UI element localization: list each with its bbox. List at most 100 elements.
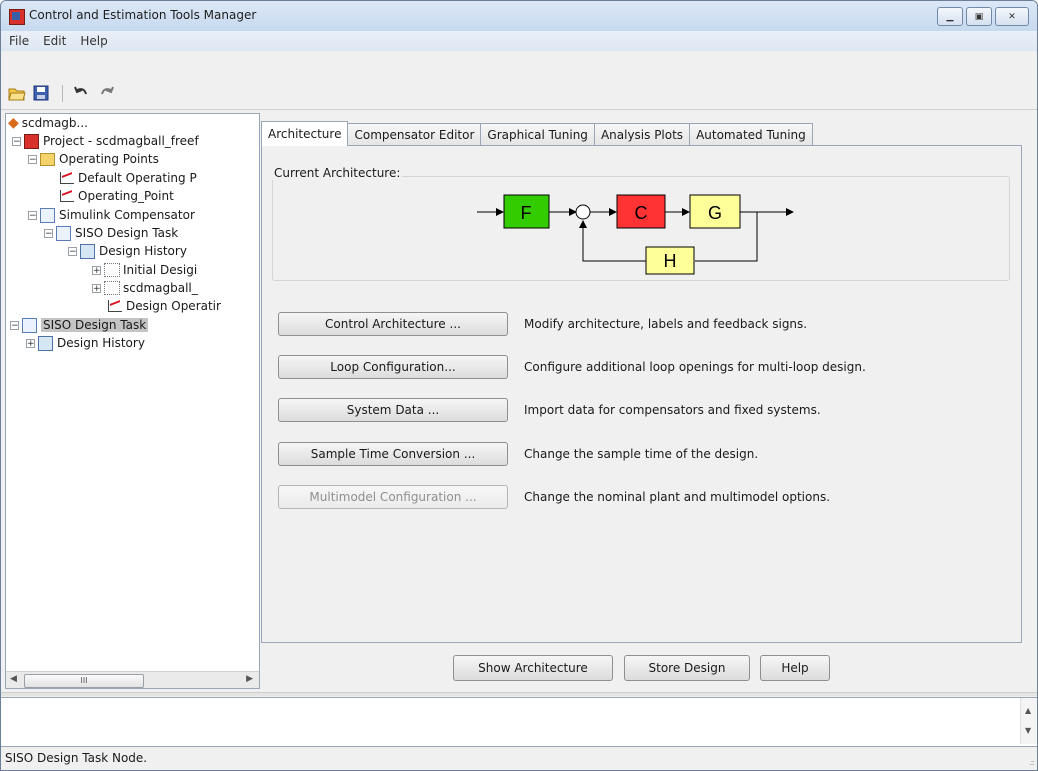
scroll-up-icon[interactable]: ▲ — [1025, 706, 1031, 715]
history-icon — [38, 335, 53, 351]
store-design-button[interactable]: Store Design — [624, 655, 750, 681]
multimodel-configuration-description: Change the nominal plant and multimodel … — [524, 490, 831, 504]
project-icon — [24, 133, 39, 149]
menu-help[interactable]: Help — [74, 34, 113, 48]
task-icon — [56, 225, 71, 241]
tree-item-label: scdmagball_ — [123, 281, 198, 295]
minimize-button[interactable]: ▁ — [937, 7, 963, 26]
multimodel-configuration-button[interactable]: Multimodel Configuration ... — [278, 485, 508, 509]
plot-icon — [60, 190, 74, 202]
loop-configuration-button[interactable]: Loop Configuration... — [278, 355, 508, 379]
tab-graphical-tuning[interactable]: Graphical Tuning — [480, 123, 595, 146]
tree-item-label: Simulink Compensator — [59, 208, 195, 222]
tree-item-workspace[interactable]: ◆ scdmagb... — [8, 114, 88, 132]
tree-item-siso-design-task-root[interactable]: − SISO Design Task — [10, 316, 149, 334]
architecture-tab-content: F C G H Current Architecture: Control Ar… — [261, 145, 1022, 643]
system-data-description: Import data for compensators and fixed s… — [524, 403, 821, 417]
architecture-diagram: F C G H — [477, 194, 794, 275]
message-area[interactable]: ▲ ▼ — [1, 697, 1037, 747]
block-g-label: G — [708, 203, 722, 223]
app-window: Control and Estimation Tools Manager ▁ ▣… — [0, 0, 1038, 771]
design-icon — [104, 263, 120, 277]
tree-item-label: Project - scdmagball_freef — [43, 134, 199, 148]
expand-icon[interactable]: + — [26, 338, 35, 348]
tree-item-operating-point[interactable]: Operating_Point — [60, 187, 174, 205]
tree-item-operating-points[interactable]: − Operating Points — [28, 150, 159, 168]
open-icon[interactable] — [7, 83, 27, 103]
current-architecture-label: Current Architecture: — [272, 166, 403, 180]
tree-item-label: Initial Desigi — [123, 263, 198, 277]
resize-grip-icon[interactable]: .:: — [1029, 758, 1035, 767]
collapse-icon[interactable]: − — [12, 136, 21, 146]
status-bar: SISO Design Task Node. — [5, 751, 148, 765]
help-button[interactable]: Help — [760, 655, 830, 681]
toolbar-separator — [62, 85, 63, 102]
system-data-button[interactable]: System Data ... — [278, 398, 508, 422]
collapse-icon[interactable]: − — [44, 228, 53, 238]
tab-analysis-plots[interactable]: Analysis Plots — [593, 123, 691, 146]
tree-item-label: Operating_Point — [78, 189, 174, 203]
tree-item-design-history-root[interactable]: + Design History — [26, 334, 145, 352]
scroll-left-icon[interactable]: ◀ — [10, 674, 17, 684]
control-architecture-description: Modify architecture, labels and feedback… — [524, 317, 808, 331]
tree-item-siso-design-task[interactable]: − SISO Design Task — [44, 224, 178, 242]
tab-strip: Architecture Compensator Editor Graphica… — [261, 121, 813, 146]
collapse-icon[interactable]: − — [28, 210, 37, 220]
save-icon[interactable] — [31, 83, 51, 103]
menu-bar: File Edit Help — [1, 31, 1037, 51]
block-h-label: H — [664, 251, 677, 271]
show-architecture-button[interactable]: Show Architecture — [453, 655, 613, 681]
block-c-label: C — [635, 203, 648, 223]
plot-icon — [108, 300, 122, 312]
design-icon — [104, 281, 120, 295]
collapse-icon[interactable]: − — [68, 246, 77, 256]
tab-compensator-editor[interactable]: Compensator Editor — [347, 123, 482, 146]
expand-icon[interactable]: + — [92, 283, 101, 293]
tree-horizontal-scrollbar[interactable]: ◀ III ▶ — [6, 671, 259, 688]
tree-item-label: Operating Points — [59, 152, 159, 166]
tree-item-label: Design Operatir — [126, 299, 221, 313]
undo-icon[interactable] — [71, 83, 91, 103]
folder-icon — [40, 152, 55, 166]
maximize-button[interactable]: ▣ — [966, 7, 992, 26]
tree-item-initial-design[interactable]: + Initial Desigi — [92, 261, 197, 279]
tab-architecture[interactable]: Architecture — [261, 121, 349, 146]
window-title: Control and Estimation Tools Manager — [29, 8, 257, 22]
tree-item-simulink-compensator[interactable]: − Simulink Compensator — [28, 206, 195, 224]
task-icon — [40, 207, 55, 223]
tree-item-project[interactable]: − Project - scdmagball_freef — [12, 132, 199, 150]
tree-item-default-operating-point[interactable]: Default Operating P — [60, 169, 197, 187]
close-button[interactable]: ✕ — [995, 7, 1029, 26]
collapse-icon[interactable]: − — [28, 154, 37, 164]
scroll-down-icon[interactable]: ▼ — [1025, 726, 1031, 735]
tree-item-scdmagball-design[interactable]: + scdmagball_ — [92, 279, 198, 297]
control-architecture-button[interactable]: Control Architecture ... — [278, 312, 508, 336]
sample-time-conversion-button[interactable]: Sample Time Conversion ... — [278, 442, 508, 466]
redo-icon[interactable] — [97, 83, 117, 103]
tree-item-label: Design History — [57, 336, 145, 350]
tree-item-label: SISO Design Task — [75, 226, 179, 240]
history-icon — [80, 243, 95, 259]
collapse-icon[interactable]: − — [10, 320, 19, 330]
loop-configuration-description: Configure additional loop openings for m… — [524, 360, 866, 374]
main-panel: Architecture Compensator Editor Graphica… — [261, 113, 1033, 687]
tree-item-label: scdmagb... — [21, 116, 88, 130]
tree-item-design-operating[interactable]: Design Operatir — [108, 297, 221, 315]
tree-item-label: Default Operating P — [78, 171, 197, 185]
bottom-button-row: Show Architecture Store Design Help — [261, 655, 1033, 681]
scroll-thumb[interactable]: III — [24, 674, 144, 688]
message-scrollbar[interactable]: ▲ ▼ — [1020, 698, 1037, 744]
project-tree: ◆ scdmagb... − Project - scdmagball_free… — [5, 113, 260, 689]
window-controls: ▁ ▣ ✕ — [934, 7, 1029, 26]
app-icon — [9, 9, 25, 25]
menu-edit[interactable]: Edit — [37, 34, 72, 48]
expand-icon[interactable]: + — [92, 265, 101, 275]
pane-divider[interactable] — [1, 692, 1037, 696]
scroll-right-icon[interactable]: ▶ — [246, 674, 253, 684]
summing-junction — [575, 204, 591, 220]
block-f-label: F — [521, 203, 532, 223]
menu-file[interactable]: File — [3, 34, 35, 48]
task-icon — [22, 317, 37, 333]
tab-automated-tuning[interactable]: Automated Tuning — [689, 123, 813, 146]
tree-item-design-history[interactable]: − Design History — [68, 242, 187, 260]
